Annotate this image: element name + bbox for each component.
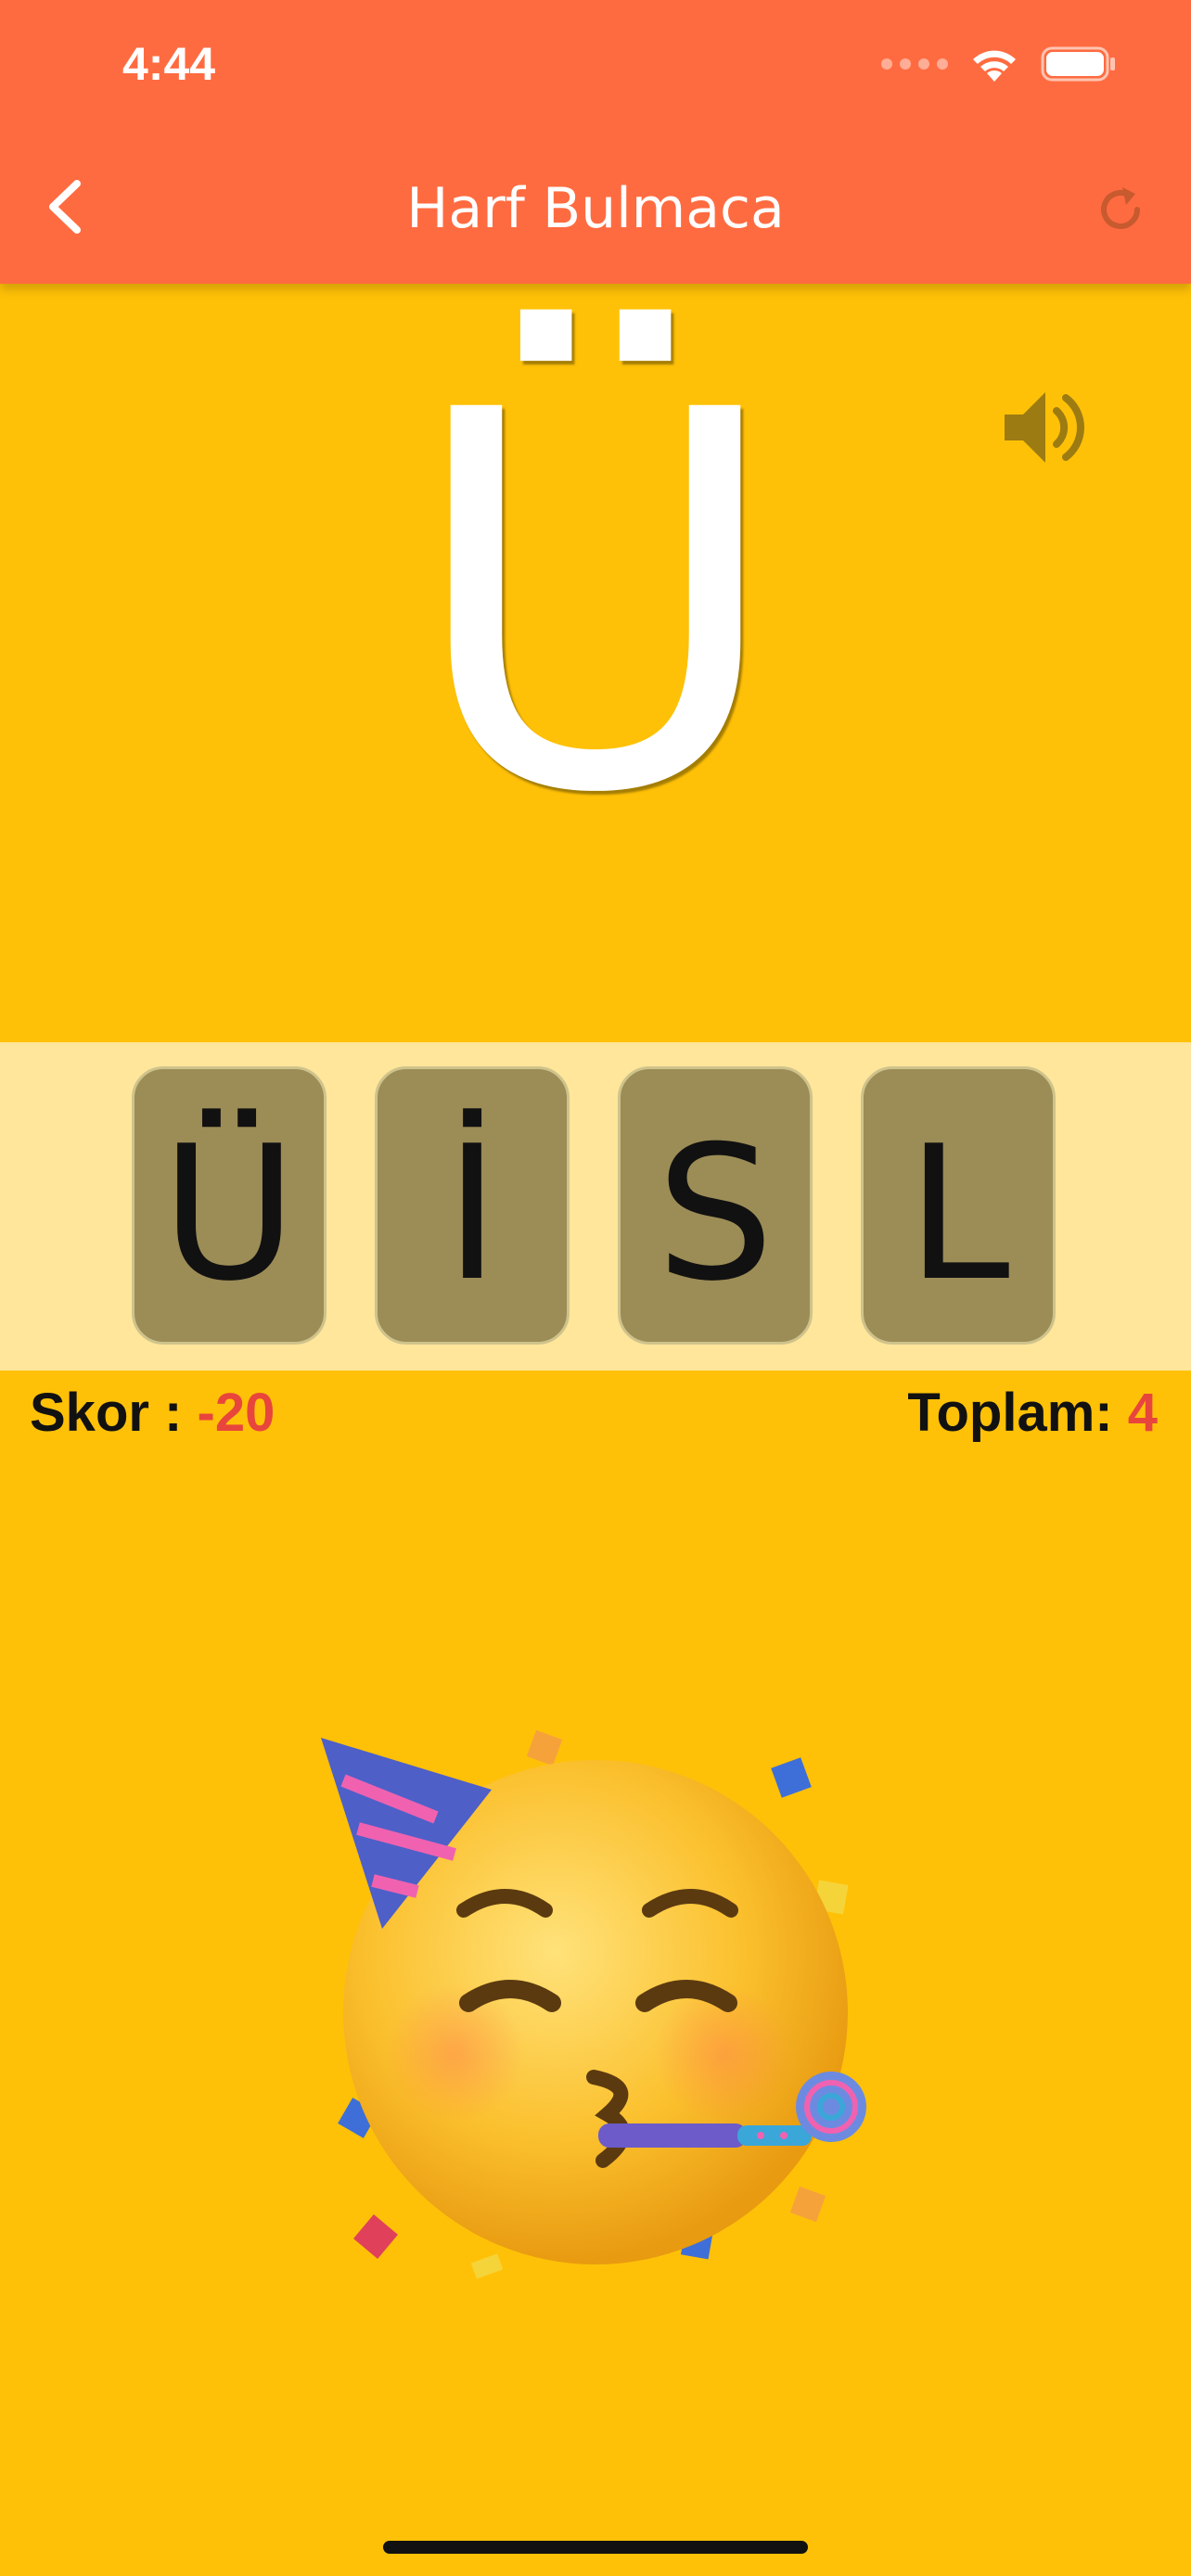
toplam: Toplam: 4: [907, 1382, 1158, 1444]
status-time: 4:44: [122, 38, 216, 90]
letter-tile[interactable]: İ: [375, 1066, 570, 1345]
wifi-icon: [968, 45, 1020, 83]
party-face-emoji-icon: [315, 1725, 890, 2300]
toplam-value: 4: [1127, 1383, 1158, 1443]
letter-tile[interactable]: L: [861, 1066, 1056, 1345]
refresh-icon: [1101, 187, 1140, 229]
letter-tiles: Ü İ S L: [132, 1066, 1056, 1345]
home-indicator[interactable]: [383, 2541, 808, 2554]
status-icons: [881, 45, 1117, 83]
letter-display-area: Ü: [0, 284, 1191, 1042]
skor-label: Skor :: [30, 1383, 198, 1443]
speaker-icon: [1005, 392, 1084, 463]
skor: Skor : -20: [30, 1382, 275, 1444]
app-header: 4:44 Harf Bulmaca: [0, 0, 1191, 284]
score-row: Skor : -20 Toplam: 4: [30, 1382, 1158, 1444]
refresh-button[interactable]: [1087, 176, 1154, 243]
skor-value: -20: [197, 1383, 275, 1443]
toplam-label: Toplam:: [907, 1383, 1128, 1443]
sound-button[interactable]: [994, 376, 1096, 478]
cellular-dots-icon: [881, 58, 948, 70]
page-title: Harf Bulmaca: [406, 176, 785, 241]
letter-tile[interactable]: S: [618, 1066, 813, 1345]
battery-icon: [1041, 45, 1117, 83]
letter-tile[interactable]: Ü: [132, 1066, 327, 1345]
tiles-band: Ü İ S L: [0, 1042, 1191, 1371]
